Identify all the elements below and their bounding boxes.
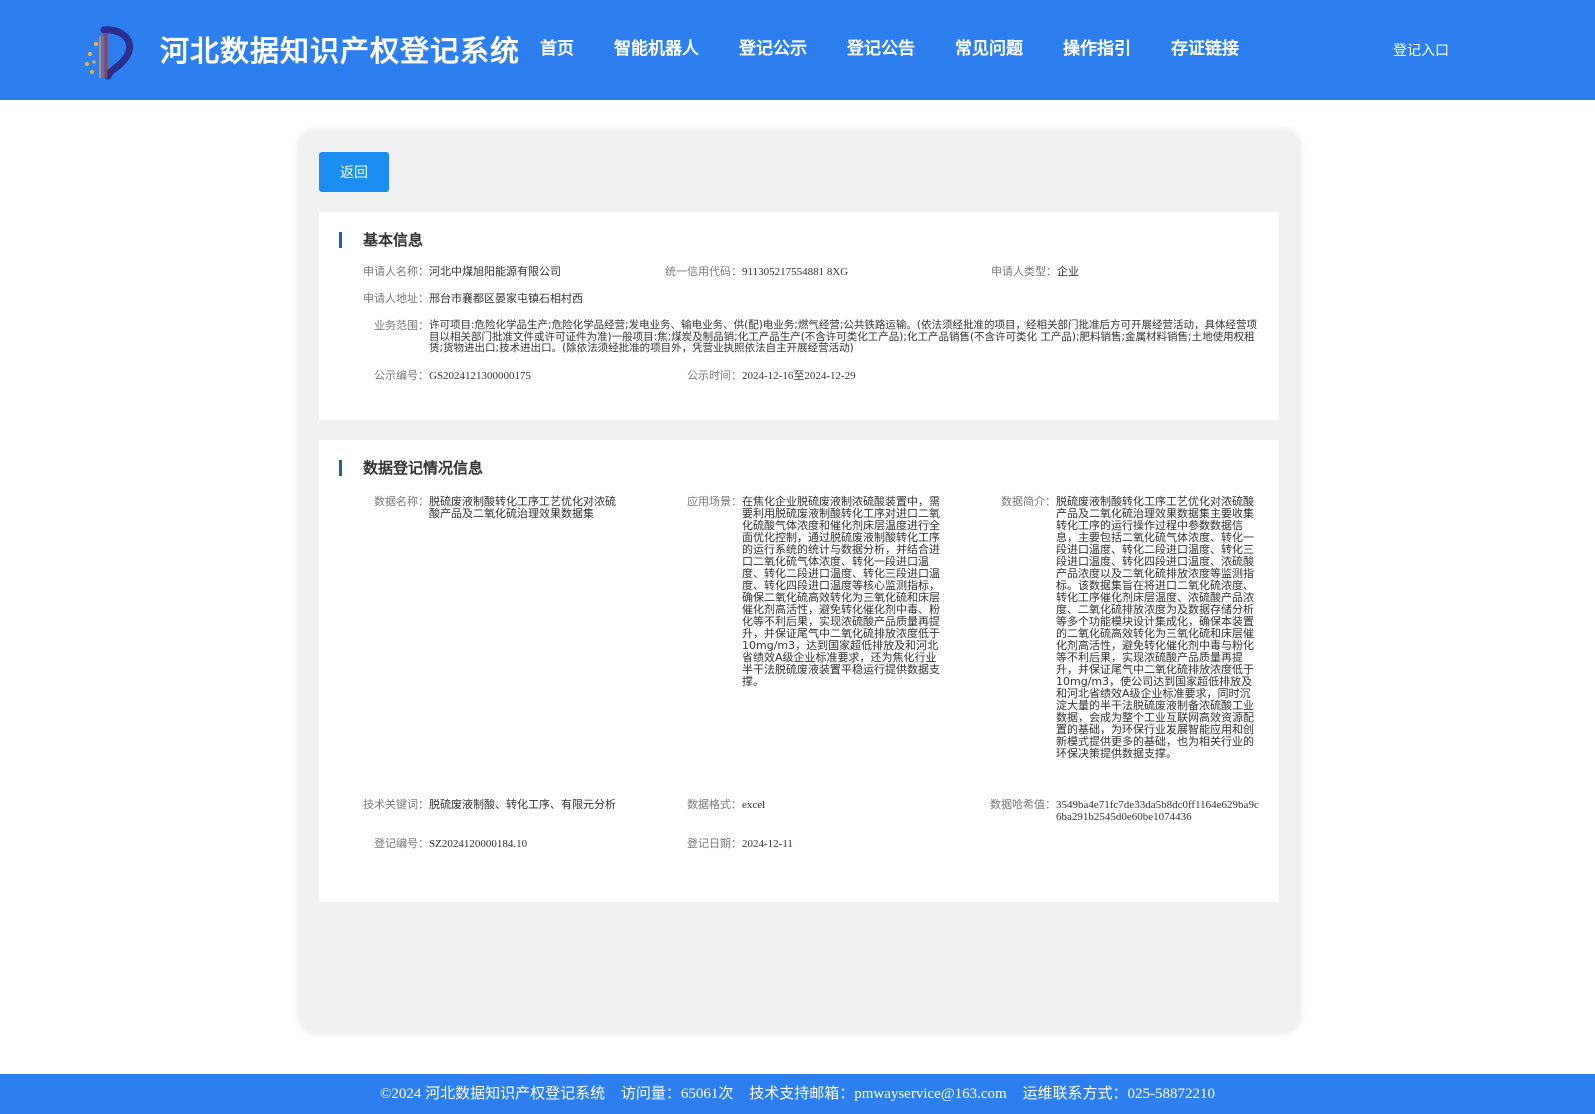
section-title-data: 数据登记情况信息: [339, 458, 483, 478]
applicant-name-value: 河北中煤旭阳能源有限公司: [429, 265, 561, 278]
credit-code-label: 统一信用代码：: [665, 265, 742, 278]
data-format-value: excel: [742, 799, 766, 811]
tech-keywords-label: 技术关键词：: [363, 798, 429, 811]
login-entry-link[interactable]: 登记入口: [1393, 40, 1449, 60]
data-format-field: 数据格式： excel: [687, 799, 942, 812]
data-hash-value: 3549ba4e71fc7de33da5b8dc0ff1164e629ba9c6…: [1056, 799, 1259, 823]
publicity-time-label: 公示时间：: [687, 369, 742, 382]
application-scenario-label: 应用场景：: [687, 495, 742, 508]
publicity-no-field: 公示编号： GS2024121300000175: [374, 370, 659, 383]
application-scenario-value: 在焦化企业脱硫废液制浓硫酸装置中，需要利用脱硫废液制酸转化工序对进口二氧化硫酸气…: [742, 495, 940, 688]
top-header: 河北数据知识产权登记系统 首页 智能机器人 登记公示 登记公告 常见问题 操作指…: [0, 0, 1595, 100]
data-intro-value: 脱硫废液制酸转化工序工艺优化对浓硫酸产品及二氧化硫治理效果数据集主要收集转化工序…: [1056, 495, 1254, 760]
business-scope-field: 业务范围： 许可项目:危险化学品生产;危险化学品经营;发电业务、输电业务、供(配…: [374, 319, 1259, 355]
registration-no-field: 登记编号： SZ2024120000184.10: [374, 838, 659, 851]
site-title: 河北数据知识产权登记系统: [160, 34, 521, 68]
address-label: 申请人地址：: [363, 292, 429, 305]
registration-no-value: SZ2024120000184.10: [429, 838, 528, 850]
tech-keywords-value: 脱硫废液制酸、转化工序、有限元分析: [429, 798, 616, 811]
publicity-time-value: 2024-12-16至2024-12-29: [742, 370, 856, 382]
business-scope-value: 许可项目:危险化学品生产;危险化学品经营;发电业务、输电业务、供(配)电业务;燃…: [429, 319, 1257, 354]
main-nav: 首页 智能机器人 登记公示 登记公告 常见问题 操作指引 存证链接: [520, 34, 1279, 64]
nav-home[interactable]: 首页: [540, 34, 574, 64]
footer-support-email[interactable]: 技术支持邮箱：pmwayservice@163.com: [749, 1086, 1007, 1102]
data-name-label: 数据名称：: [374, 495, 429, 508]
detail-card: 返回 基本信息 申请人名称： 河北中煤旭阳能源有限公司 统一信用代码： 9113…: [299, 131, 1300, 1032]
address-value: 邢台市襄都区晏家屯镇石相村西: [429, 292, 583, 305]
nav-registration-publicity[interactable]: 登记公示: [739, 34, 807, 64]
back-button[interactable]: 返回: [319, 152, 389, 192]
applicant-name-field: 申请人名称： 河北中煤旭阳能源有限公司: [363, 265, 639, 278]
section-title-basic: 基本信息: [339, 230, 423, 250]
publicity-no-value: GS2024121300000175: [429, 370, 532, 382]
data-format-label: 数据格式：: [687, 798, 742, 811]
page-footer: ©2024 河北数据知识产权登记系统 访问量：65061次 技术支持邮箱：pmw…: [0, 1074, 1595, 1114]
applicant-name-label: 申请人名称：: [363, 265, 429, 278]
publicity-time-field: 公示时间： 2024-12-16至2024-12-29: [687, 370, 972, 383]
data-hash-label: 数据哈希值：: [990, 798, 1056, 811]
business-scope-label: 业务范围：: [374, 319, 429, 332]
nav-faq[interactable]: 常见问题: [955, 34, 1023, 64]
site-logo[interactable]: [80, 24, 138, 80]
applicant-type-label: 申请人类型：: [991, 265, 1057, 278]
nav-robot[interactable]: 智能机器人: [614, 34, 699, 64]
data-intro-label: 数据简介：: [1001, 495, 1056, 508]
footer-copyright: ©2024 河北数据知识产权登记系统: [380, 1086, 606, 1102]
data-registration-section: 数据登记情况信息 数据名称： 脱硫废液制酸转化工序工艺优化对浓硫酸产品及二氧化硫…: [319, 440, 1279, 902]
applicant-type-field: 申请人类型： 企业: [991, 265, 1257, 278]
application-scenario-field: 应用场景： 在焦化企业脱硫废液制浓硫酸装置中，需要利用脱硫废液制酸转化工序对进口…: [687, 495, 944, 688]
registration-date-label: 登记日期：: [687, 837, 742, 850]
registration-no-label: 登记编号：: [374, 837, 429, 850]
applicant-type-value: 企业: [1057, 265, 1079, 278]
data-name-field: 数据名称： 脱硫废液制酸转化工序工艺优化对浓硫酸产品及二氧化硫治理效果数据集: [374, 495, 624, 520]
nav-guide[interactable]: 操作指引: [1063, 34, 1131, 64]
registration-date-field: 登记日期： 2024-12-11: [687, 838, 942, 851]
basic-info-section: 基本信息 申请人名称： 河北中煤旭阳能源有限公司 统一信用代码： 9113052…: [319, 212, 1279, 420]
address-field: 申请人地址： 邢台市襄都区晏家屯镇石相村西: [363, 292, 929, 305]
registration-date-value: 2024-12-11: [742, 838, 793, 850]
data-hash-field: 数据哈希值： 3549ba4e71fc7de33da5b8dc0ff1164e6…: [990, 799, 1261, 824]
nav-registration-announcement[interactable]: 登记公告: [847, 34, 915, 64]
tech-keywords-field: 技术关键词： 脱硫废液制酸、转化工序、有限元分析: [363, 798, 624, 811]
footer-contact: 运维联系方式：025-58872210: [1022, 1086, 1215, 1102]
credit-code-value: 911305217554881 8XG: [742, 266, 849, 278]
nav-evidence-link[interactable]: 存证链接: [1171, 34, 1239, 64]
footer-visits: 访问量：65061次: [620, 1086, 734, 1102]
credit-code-field: 统一信用代码： 911305217554881 8XG: [665, 266, 962, 279]
data-name-value: 脱硫废液制酸转化工序工艺优化对浓硫酸产品及二氧化硫治理效果数据集: [429, 495, 616, 520]
publicity-no-label: 公示编号：: [374, 369, 429, 382]
data-intro-field: 数据简介： 脱硫废液制酸转化工序工艺优化对浓硫酸产品及二氧化硫治理效果数据集主要…: [1001, 495, 1258, 760]
